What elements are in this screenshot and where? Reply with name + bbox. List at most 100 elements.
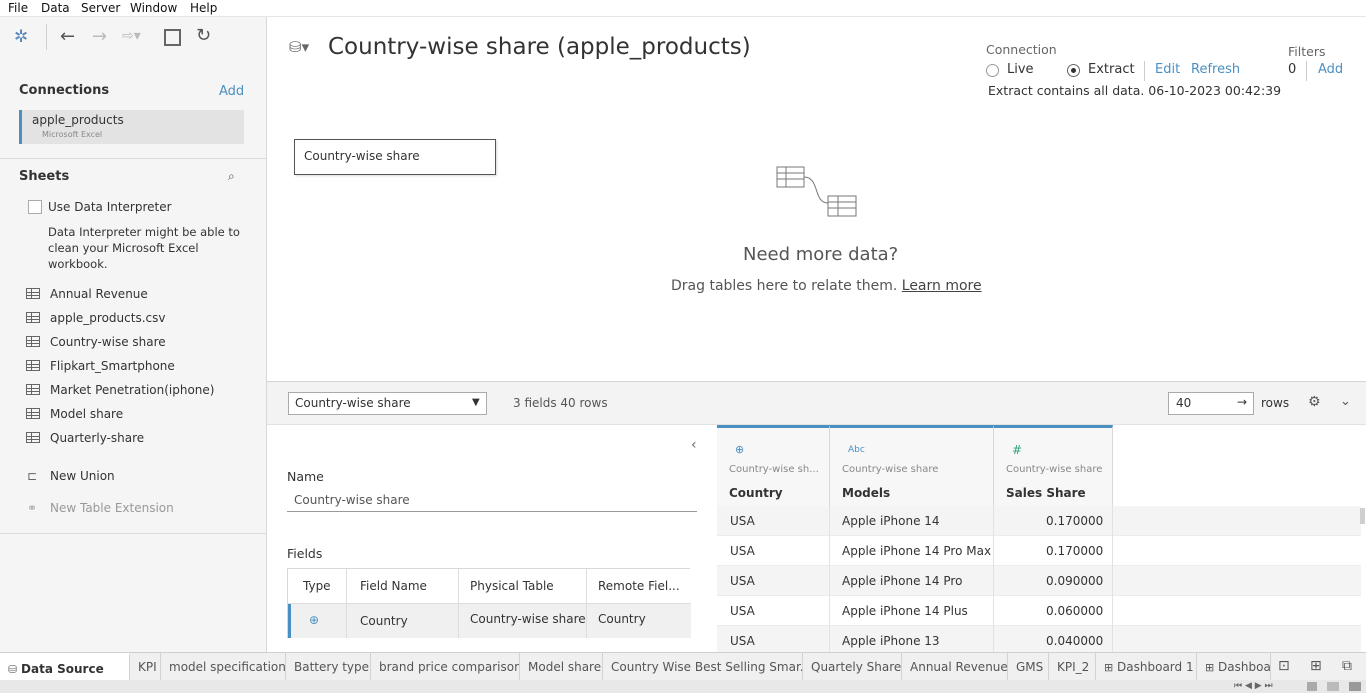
- new-story-icon[interactable]: ⧉: [1342, 658, 1352, 674]
- table-row[interactable]: USA Apple iPhone 14 Plus 0.060000: [717, 596, 1361, 626]
- edit-extract-link[interactable]: Edit: [1155, 62, 1180, 77]
- refresh-extract-link[interactable]: Refresh: [1191, 62, 1240, 77]
- tab-model-share[interactable]: Model share: [520, 653, 603, 681]
- col-type[interactable]: Type: [303, 579, 331, 593]
- learn-more-link[interactable]: Learn more: [902, 278, 982, 294]
- interpreter-note: Data Interpreter might be able to clean …: [48, 225, 240, 271]
- globe-icon: ⊕: [309, 613, 320, 627]
- empty-state-title: Need more data?: [743, 244, 899, 265]
- live-radio[interactable]: [986, 64, 999, 77]
- column-source: Country-wise share: [842, 464, 939, 475]
- sheet-nav-icons[interactable]: ⏮ ◀ ▶ ⏭: [1234, 681, 1273, 691]
- menu-bar: File Data Server Window Help: [0, 0, 1366, 17]
- tab-battery-type[interactable]: Battery type: [286, 653, 371, 681]
- divider: [0, 158, 266, 159]
- tab-kpi[interactable]: KPI: [130, 653, 161, 681]
- chevron-down-icon[interactable]: ⌄: [1340, 394, 1351, 409]
- column-source: Country-wise share: [1006, 464, 1103, 475]
- extract-label: Extract: [1088, 62, 1135, 77]
- column-name: Sales Share: [1006, 486, 1086, 500]
- number-icon: #: [1012, 443, 1023, 457]
- live-label: Live: [1007, 62, 1034, 77]
- left-pane: ✲ ← → ⇨▾ ↻ Connections Add apple_product…: [0, 17, 267, 652]
- filters-label: Filters: [1288, 44, 1326, 59]
- table-icon: [26, 288, 40, 299]
- arrow-right-icon[interactable]: →: [1237, 395, 1247, 409]
- add-connection-link[interactable]: Add: [219, 84, 244, 99]
- union-icon: ⊏: [27, 469, 38, 483]
- tab-gms[interactable]: GMS: [1008, 653, 1049, 681]
- name-field[interactable]: Country-wise share: [287, 489, 697, 512]
- column-name: Country: [729, 486, 783, 500]
- divider: [0, 533, 266, 534]
- globe-icon: ⊕: [735, 443, 745, 456]
- datasource-icon: ⛁: [8, 663, 18, 676]
- save-icon[interactable]: [164, 29, 181, 46]
- tab-data-source[interactable]: ⛁ Data Source: [0, 653, 130, 681]
- tableau-logo-icon[interactable]: ✲: [14, 28, 28, 46]
- refresh-icon[interactable]: ↻: [196, 27, 211, 45]
- field-row[interactable]: ⊕ Country Country-wise share Country: [288, 604, 691, 638]
- table-icon: [26, 384, 40, 395]
- tab-dashboard-2[interactable]: ⊞ Dashboa: [1197, 653, 1271, 681]
- divider: [1144, 61, 1145, 81]
- menu-help[interactable]: Help: [190, 1, 217, 15]
- tabs-view-icon[interactable]: [1349, 682, 1361, 691]
- toolbar-divider: [46, 24, 47, 50]
- fields-table-header: Type Field Name Physical Table Remote Fi…: [288, 569, 691, 604]
- extract-radio[interactable]: [1067, 64, 1080, 77]
- tab-kpi-2[interactable]: KPI_2: [1049, 653, 1096, 681]
- run-update-icon[interactable]: ⇨▾: [122, 27, 141, 45]
- table-select[interactable]: Country-wise share ▼: [288, 392, 487, 415]
- menu-window[interactable]: Window: [130, 1, 177, 15]
- col-remote-field[interactable]: Remote Fiel...: [598, 579, 680, 593]
- filmstrip-view-icon[interactable]: [1327, 682, 1339, 691]
- undo-icon[interactable]: ←: [60, 28, 75, 46]
- col-field-name[interactable]: Field Name: [360, 579, 427, 593]
- col-physical-table[interactable]: Physical Table: [470, 579, 554, 593]
- menu-server[interactable]: Server: [81, 1, 120, 15]
- use-interpreter-checkbox[interactable]: [28, 200, 42, 214]
- column-name: Models: [842, 486, 891, 500]
- field-remote: Country: [598, 612, 646, 626]
- column-header-models[interactable]: Abc Country-wise share Models: [830, 425, 994, 506]
- dashboard-icon: ⊞: [1205, 661, 1215, 674]
- redo-icon[interactable]: →: [92, 28, 107, 46]
- page-title[interactable]: Country-wise share (apple_products): [328, 34, 751, 60]
- tab-model-specification[interactable]: model specification: [161, 653, 286, 681]
- chevron-down-icon: ▼: [472, 397, 480, 408]
- grid-summary: 3 fields 40 rows: [513, 396, 608, 410]
- collapse-chevron-icon[interactable]: ‹: [691, 437, 697, 453]
- menu-file[interactable]: File: [8, 1, 28, 15]
- menu-data[interactable]: Data: [41, 1, 70, 15]
- vertical-scrollbar[interactable]: [1360, 508, 1365, 524]
- tab-quartely-share[interactable]: Quartely Share: [803, 653, 902, 681]
- column-header-sales-share[interactable]: # Country-wise share Sales Share: [994, 425, 1113, 506]
- rows-label: rows: [1261, 396, 1290, 410]
- grid-view-icon[interactable]: [1307, 682, 1317, 691]
- tab-country-wise-best-selling[interactable]: Country Wise Best Selling Smar...: [603, 653, 803, 681]
- gear-icon[interactable]: ⚙: [1308, 394, 1321, 410]
- table-row[interactable]: USA Apple iPhone 14 Pro 0.090000: [717, 566, 1361, 596]
- connection-name: apple_products: [32, 113, 124, 127]
- rows-input[interactable]: 40 →: [1168, 392, 1254, 415]
- search-icon[interactable]: ⌕: [228, 169, 235, 184]
- tab-dashboard-1[interactable]: ⊞ Dashboard 1: [1096, 653, 1197, 681]
- datasource-icon[interactable]: ⛁▾: [289, 38, 309, 56]
- table-chip[interactable]: Country-wise share: [294, 139, 496, 175]
- empty-state-text: Drag tables here to relate them. Learn m…: [671, 278, 982, 294]
- table-row[interactable]: USA Apple iPhone 14 0.170000: [717, 506, 1361, 536]
- sheets-heading: Sheets: [19, 169, 70, 184]
- table-row[interactable]: USA Apple iPhone 14 Pro Max 0.170000: [717, 536, 1361, 566]
- data-source-canvas: ⛁▾ Country-wise share (apple_products) C…: [267, 17, 1366, 381]
- tab-brand-price-comparison[interactable]: brand price comparison: [371, 653, 520, 681]
- tab-annual-revenue[interactable]: Annual Revenue: [902, 653, 1008, 681]
- table-icon: [26, 432, 40, 443]
- field-name: Country: [360, 614, 408, 628]
- column-header-country[interactable]: ⊕ Country-wise sh... Country: [717, 425, 830, 506]
- new-worksheet-icon[interactable]: ⊡: [1278, 658, 1290, 674]
- connection-item[interactable]: apple_products Microsoft Excel: [19, 110, 244, 144]
- table-icon: [26, 336, 40, 347]
- new-dashboard-icon[interactable]: ⊞: [1310, 658, 1322, 674]
- add-filter-link[interactable]: Add: [1318, 62, 1343, 77]
